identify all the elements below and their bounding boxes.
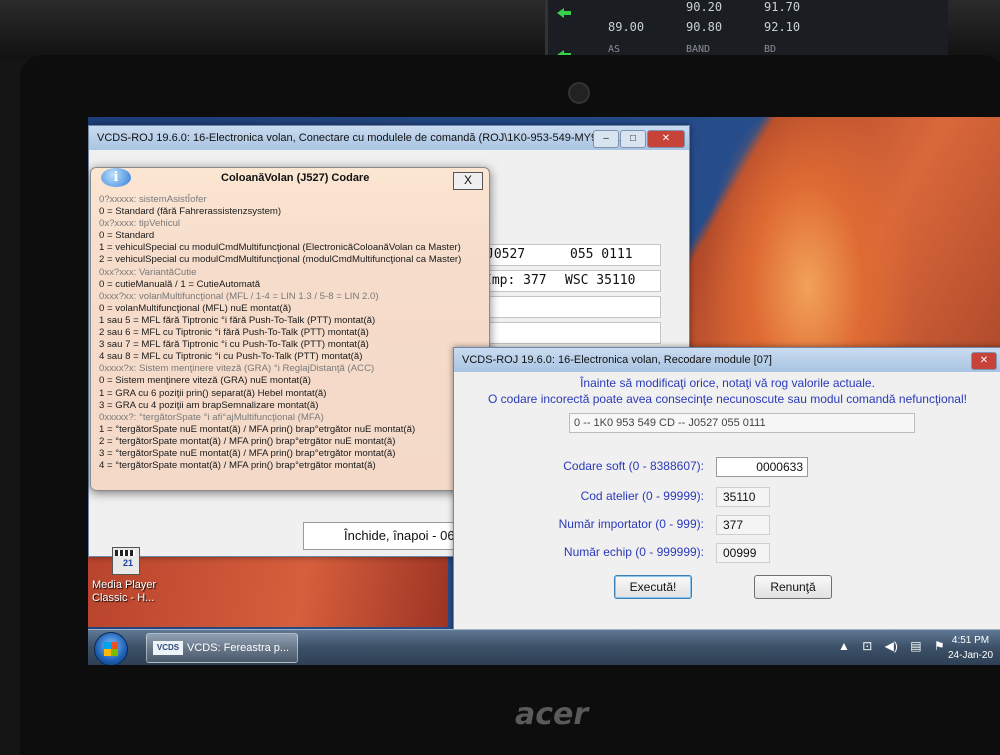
webcam-icon: [568, 82, 590, 104]
device-icon[interactable]: ⊡: [862, 639, 872, 653]
coding-help-line: 3 sau 7 = MFL fără Tiptronic °i cu Push-…: [99, 339, 369, 351]
taskbar-item-vcds[interactable]: VCDS VCDS: Fereastra p...: [146, 633, 298, 663]
coding-help-line: 0xxx?xx: volanMultifuncţional (MFL / 1-4…: [99, 290, 379, 302]
importer-number-label: Număr importator (0 - 999):: [558, 517, 704, 531]
close-button[interactable]: ✕: [971, 352, 997, 370]
importer-number: Imp: 377: [484, 273, 547, 288]
coding-help-line: 1 = GRA cu 6 poziţii prin() separat(ă) H…: [99, 387, 327, 399]
taskbar: VCDS VCDS: Fereastra p... ▲ ⊡ ◀) ▤ ⚑ 4:51…: [88, 629, 1000, 665]
volume-icon[interactable]: ◀): [885, 639, 898, 653]
coding-help-line: 1 = vehiculSpecial cu modulCmdMultifuncţ…: [99, 242, 461, 254]
shortcut-label: Media Player Classic - H...: [92, 579, 157, 604]
equipment-number-input[interactable]: 00999: [716, 543, 770, 563]
coding-help-line: 0?xxxxx: sistemAsistÎofer: [99, 194, 207, 205]
empty-field: [479, 322, 661, 344]
clock[interactable]: 4:51 PM 24-Jan-20: [948, 633, 993, 663]
workshop-code: WSC 35110: [565, 273, 636, 288]
coding-help-line: 0 = cutieManuală / 1 = CutieAutomată: [99, 278, 261, 290]
coding-help-line: 3 = °tergătorSpate nuE montat(ă) / MFA p…: [99, 447, 396, 459]
clock-time: 4:51 PM: [951, 635, 990, 646]
equipment-number-label: Număr echip (0 - 999999):: [563, 545, 704, 559]
car-radio-display: 90.20 91.70 89.00 90.80 92.10 AS BAND BD: [545, 0, 948, 62]
coding-help-dialog: i ColoanăVolan (J527) Codare X 0?xxxxx: …: [90, 167, 490, 491]
warning-text: Înainte să modificaţi orice, notaţi vă r…: [580, 376, 875, 390]
coding-help-text: 0?xxxxx: sistemAsistÎofer 0 = Standard (f…: [99, 194, 485, 472]
coding-help-line: 1 = °tergătorSpate nuE montat(ă) / MFA p…: [99, 423, 416, 435]
window-title: VCDS-ROJ 19.6.0: 16-Electronica volan, R…: [454, 348, 1000, 372]
media-player-icon: 21: [112, 547, 140, 575]
show-hidden-icons-icon[interactable]: ▲: [838, 639, 850, 653]
network-icon[interactable]: ▤: [910, 639, 921, 653]
coding-help-line: 0xxxx?x: Sistem menţinere viteză (GRA) °…: [99, 363, 375, 375]
coding-help-line: 4 = °tergătorSpate montat(ă) / MFA prin(…: [99, 460, 376, 472]
recode-module-window: VCDS-ROJ 19.6.0: 16-Electronica volan, R…: [453, 347, 1000, 634]
taskbar-item-label: VCDS: Fereastra p...: [187, 642, 290, 654]
coding-help-line: 2 = vehiculSpecial cu modulCmdMultifuncţ…: [99, 254, 462, 266]
workshop-code-input[interactable]: 35110: [716, 487, 770, 507]
laptop-logo: acer: [515, 697, 589, 732]
soft-coding-label: Codare soft (0 - 8388607):: [563, 459, 704, 473]
start-button[interactable]: [94, 632, 128, 665]
action-center-flag-icon[interactable]: ⚑: [934, 639, 945, 653]
coding-help-line: 2 = °tergătorSpate montat(ă) / MFA prin(…: [99, 435, 396, 447]
vcds-icon: VCDS: [153, 641, 183, 656]
module-info-field: J0527 055 0111: [479, 244, 661, 266]
media-player-shortcut[interactable]: 21 Media Player Classic - H...: [92, 547, 172, 605]
laptop-screen: VCDS-ROJ 19.6.0: 16-Electronica volan, C…: [88, 117, 1000, 665]
coding-help-line: 4 sau 8 = MFL cu Tiptronic °i cu Push-To…: [99, 351, 363, 363]
close-button[interactable]: X: [453, 172, 483, 190]
radio-preset-row: 90.20 91.70: [686, 0, 801, 14]
coding-help-line: 2 sau 6 = MFL cu Tiptronic °i fără Push-…: [99, 327, 369, 339]
system-tray: ▲ ⊡ ◀) ▤ ⚑: [838, 639, 954, 653]
warning-text: O codare incorectă poate avea consecinţe…: [488, 392, 967, 406]
part-number: J0527: [486, 247, 526, 262]
coding-help-line: 0xx?xxx: VariantăCutie: [99, 266, 197, 278]
maximize-button[interactable]: □: [620, 130, 646, 148]
minimize-button[interactable]: –: [593, 130, 619, 148]
execute-button[interactable]: Execută!: [614, 575, 692, 599]
workshop-code-label: Cod atelier (0 - 99999):: [580, 489, 704, 503]
coding-help-line: 3 = GRA cu 4 poziţii am brapSemnalizare …: [99, 399, 319, 411]
importer-number-input[interactable]: 377: [716, 515, 770, 535]
coding-help-line: 0 = Standard: [99, 230, 155, 242]
coding-help-line: 0 = Sistem menţinere viteză (GRA) nuE mo…: [99, 375, 311, 387]
soft-coding-input[interactable]: 0000633: [716, 457, 808, 477]
module-select[interactable]: 0 -- 1K0 953 549 CD -- J0527 055 0111: [569, 413, 915, 433]
coding-help-line: 0x?xxxx: tipVehicul: [99, 218, 181, 230]
clock-date: 24-Jan-20: [948, 650, 994, 661]
close-button[interactable]: ✕: [647, 130, 685, 148]
cancel-button[interactable]: Renunţă: [754, 575, 832, 599]
coding-help-line: 0 = Standard (fără Fahrerassistenzsystem…: [99, 206, 282, 218]
empty-field: [479, 296, 661, 318]
dialog-title: ColoanăVolan (J527) Codare: [221, 172, 370, 184]
radio-preset-row: 89.00 90.80 92.10: [608, 20, 801, 34]
coding-info-field: Imp: 377 WSC 35110: [479, 270, 661, 292]
coding-help-line: 0 = volanMultifuncţional (MFL) nuE monta…: [99, 302, 292, 314]
software-version: 055 0111: [570, 247, 633, 262]
coding-help-line: 0xxxxx?: °tergătorSpate °i afi°ajMultifu…: [99, 411, 324, 423]
info-icon: i: [101, 168, 131, 187]
coding-help-line: 1 sau 5 = MFL fără Tiptronic °i fără Pus…: [99, 314, 376, 326]
